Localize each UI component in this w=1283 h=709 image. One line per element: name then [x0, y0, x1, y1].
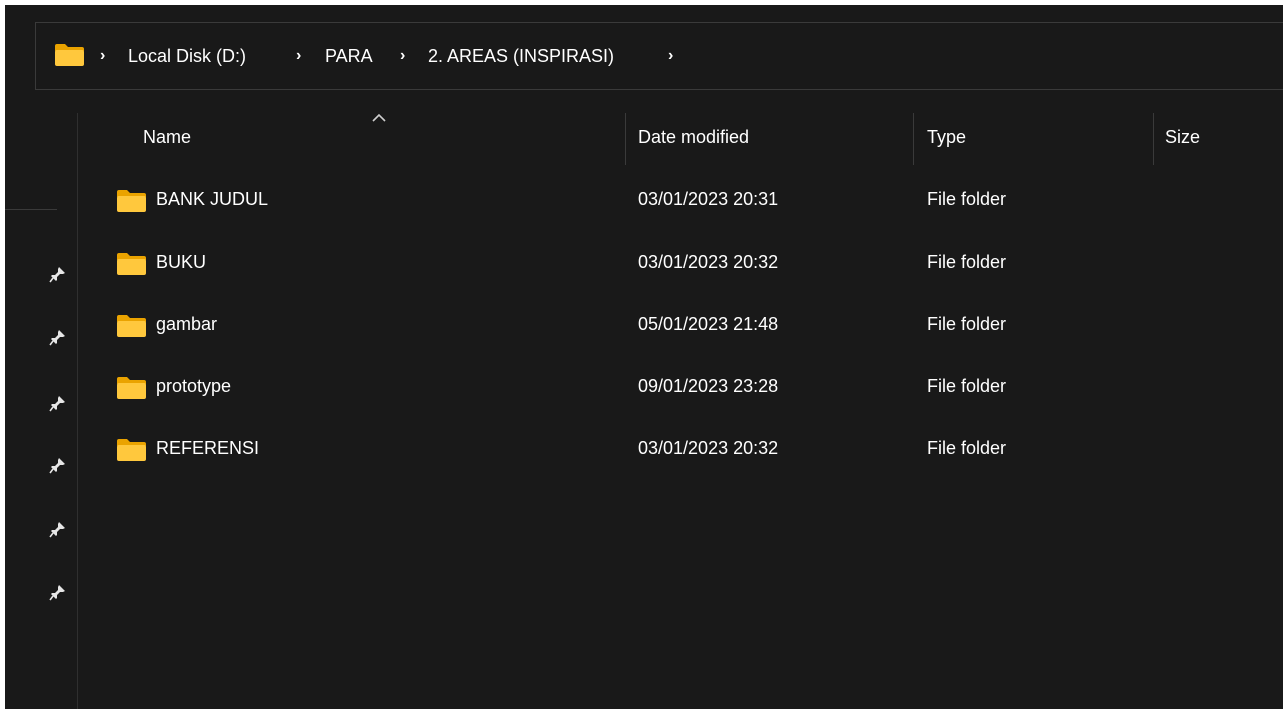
folder-icon [117, 190, 146, 212]
breadcrumb-chevron-icon[interactable]: › [296, 44, 301, 68]
breadcrumb-local-disk[interactable]: Local Disk (D:) [128, 44, 246, 68]
breadcrumb-chevron-icon[interactable]: › [668, 44, 673, 68]
pin-icon[interactable] [49, 328, 67, 346]
file-date-modified: 09/01/2023 23:28 [638, 376, 779, 396]
column-separator[interactable] [625, 113, 626, 165]
file-name[interactable]: gambar [156, 312, 217, 336]
file-name[interactable]: REFERENSI [156, 436, 259, 460]
column-header-size[interactable]: Size [1165, 125, 1200, 149]
file-date-modified: 05/01/2023 21:48 [638, 314, 779, 334]
file-type: File folder [927, 438, 1007, 458]
file-type: File folder [927, 252, 1007, 272]
column-separator[interactable] [913, 113, 914, 165]
file-type: File folder [927, 314, 1007, 334]
pin-icon[interactable] [49, 394, 67, 412]
column-header-date-modified[interactable]: Date modified [638, 125, 749, 149]
folder-icon [117, 377, 146, 399]
file-name[interactable]: BANK JUDUL [156, 187, 268, 211]
folder-icon [117, 315, 146, 337]
file-type: File folder [927, 376, 1007, 396]
file-row[interactable]: prototype 09/01/2023 23:28 File folder [100, 356, 1280, 418]
column-header-type[interactable]: Type [927, 125, 966, 149]
breadcrumb-chevron-icon[interactable]: › [100, 44, 105, 68]
address-bar[interactable]: › Local Disk (D:) › PARA › 2. AREAS (INS… [35, 22, 1283, 90]
pin-icon[interactable] [49, 456, 67, 474]
nav-pane-divider [5, 209, 57, 210]
folder-icon [117, 439, 146, 461]
nav-pane-border [77, 113, 78, 709]
file-row[interactable]: gambar 05/01/2023 21:48 File folder [100, 294, 1280, 356]
file-date-modified: 03/01/2023 20:32 [638, 438, 779, 458]
breadcrumb-para[interactable]: PARA [325, 44, 373, 68]
file-explorer-window: › Local Disk (D:) › PARA › 2. AREAS (INS… [5, 5, 1283, 709]
folder-icon [117, 253, 146, 275]
folder-icon [55, 44, 84, 66]
pin-icon[interactable] [49, 583, 67, 601]
pin-icon[interactable] [49, 520, 67, 538]
column-header-name[interactable]: Name [143, 125, 191, 149]
file-date-modified: 03/01/2023 20:32 [638, 252, 779, 272]
file-row[interactable]: REFERENSI 03/01/2023 20:32 File folder [100, 418, 1280, 480]
column-separator[interactable] [1153, 113, 1154, 165]
file-name[interactable]: BUKU [156, 250, 206, 274]
file-row[interactable]: BUKU 03/01/2023 20:32 File folder [100, 232, 1280, 294]
file-type: File folder [927, 189, 1007, 209]
chevron-up-icon [372, 113, 386, 122]
pin-icon[interactable] [49, 265, 67, 283]
breadcrumb-chevron-icon[interactable]: › [400, 44, 405, 68]
breadcrumb-areas-inspirasi[interactable]: 2. AREAS (INSPIRASI) [428, 44, 614, 68]
file-date-modified: 03/01/2023 20:31 [638, 189, 779, 209]
file-row[interactable]: BANK JUDUL 03/01/2023 20:31 File folder [100, 169, 1280, 231]
file-name[interactable]: prototype [156, 374, 231, 398]
